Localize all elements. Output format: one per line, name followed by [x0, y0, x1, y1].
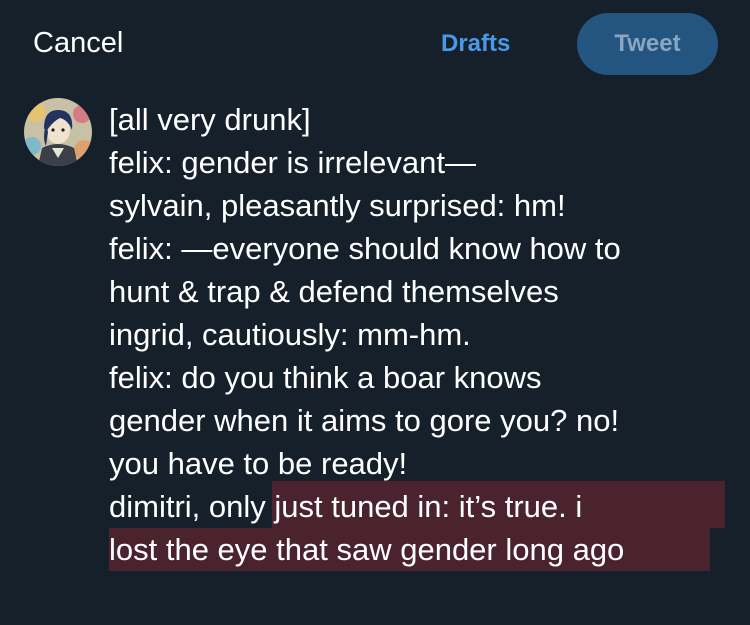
text-line: gender when it aims to gore you? no! — [109, 399, 739, 442]
text-line-content: felix: gender is irrelevant— — [109, 145, 476, 180]
text-line-selected: lost the eye that saw gender long ago — [109, 528, 739, 571]
text-line: you have to be ready! — [109, 442, 739, 485]
drafts-button[interactable]: Drafts — [441, 30, 510, 58]
text-line-content: you have to be ready! — [109, 446, 408, 481]
user-avatar[interactable] — [24, 98, 92, 166]
text-line: ingrid, cautiously: mm-hm. — [109, 313, 739, 356]
tweet-compose-text[interactable]: [all very drunk] felix: gender is irrele… — [109, 98, 739, 571]
text-line: felix: do you think a boar knows — [109, 356, 739, 399]
text-line-content: lost the eye that saw gender long ago — [109, 532, 625, 567]
compose-header: Cancel Drafts Tweet — [0, 0, 750, 90]
text-line: sylvain, pleasantly surprised: hm! — [109, 184, 739, 227]
text-line-content: ingrid, cautiously: mm-hm. — [109, 317, 471, 352]
tweet-button[interactable]: Tweet — [577, 13, 718, 75]
text-line-content: sylvain, pleasantly surprised: hm! — [109, 188, 566, 223]
text-line-content: dimitri, only just tuned in: it’s true. … — [109, 489, 583, 524]
text-line: [all very drunk] — [109, 98, 739, 141]
text-line-selected-partial: dimitri, only just tuned in: it’s true. … — [109, 481, 739, 528]
text-line: felix: —everyone should know how to — [109, 227, 739, 270]
text-line-content: felix: —everyone should know how to — [109, 231, 621, 266]
avatar-icon — [24, 98, 92, 166]
text-line-content: felix: do you think a boar knows — [109, 360, 542, 395]
text-line-content: gender when it aims to gore you? no! — [109, 403, 620, 438]
text-line-content: [all very drunk] — [109, 102, 311, 137]
text-line: felix: gender is irrelevant— — [109, 141, 739, 184]
text-line-content: hunt & trap & defend themselves — [109, 274, 559, 309]
cancel-button[interactable]: Cancel — [33, 27, 123, 60]
text-line: hunt & trap & defend themselves — [109, 270, 739, 313]
